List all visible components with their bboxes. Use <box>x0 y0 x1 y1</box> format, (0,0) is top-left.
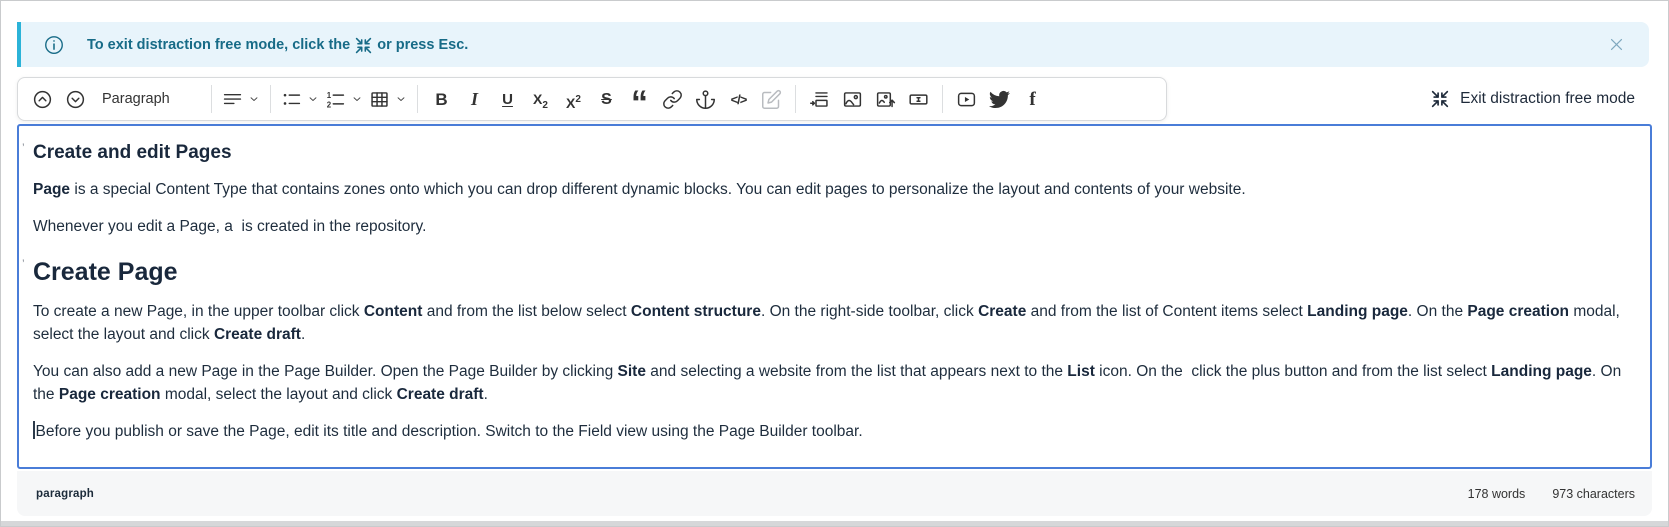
chevron-down-circle-icon <box>65 89 86 110</box>
embed-facebook-button[interactable]: f <box>1016 82 1049 116</box>
chevron-down-icon <box>351 93 363 105</box>
editor-status-bar: paragraph 178 words 973 characters <box>17 471 1652 516</box>
strikethrough-icon: S <box>596 89 617 110</box>
svg-text:2: 2 <box>327 100 332 109</box>
move-down-button[interactable] <box>59 82 92 116</box>
toolbar-divider <box>417 85 418 113</box>
bottom-border-strip <box>1 521 1668 526</box>
subscript-icon: X2 <box>530 89 551 110</box>
insert-field-button[interactable] <box>902 82 935 116</box>
rich-text-editor[interactable]: Create and edit Pages Page is a special C… <box>17 124 1652 469</box>
code-button[interactable]: </> <box>722 82 755 116</box>
move-up-button[interactable] <box>26 82 59 116</box>
close-icon <box>1608 36 1625 53</box>
insert-custom-tag-button[interactable] <box>803 82 836 116</box>
chevron-down-icon <box>307 93 319 105</box>
bold-icon: B <box>431 89 452 110</box>
chevron-down-icon <box>248 93 260 105</box>
subscript-button[interactable]: X2 <box>524 82 557 116</box>
paragraph-format-dropdown[interactable]: Paragraph <box>92 82 204 116</box>
blockquote-button[interactable]: “ <box>623 82 656 116</box>
word-count: 178 words <box>1468 487 1526 501</box>
counts: 178 words 973 characters <box>1468 487 1635 501</box>
paragraph-block[interactable]: To create a new Page, in the upper toolb… <box>33 300 1636 346</box>
heading-block[interactable]: Create Page <box>33 258 1636 287</box>
superscript-button[interactable]: X2 <box>557 82 590 116</box>
exit-distraction-free-button[interactable]: Exit distraction free mode <box>1431 90 1635 108</box>
edit-source-icon <box>761 89 782 110</box>
compress-icon <box>355 37 372 54</box>
italic-icon: I <box>464 89 485 110</box>
banner-message: To exit distraction free mode, click the… <box>87 36 468 53</box>
twitter-icon <box>989 89 1010 110</box>
italic-button[interactable]: I <box>458 82 491 116</box>
editor-toolbar: Paragraph 12 BIU X2 X2 S “ </> f <box>17 77 1167 121</box>
insert-image-button[interactable] <box>836 82 869 116</box>
paragraph-block[interactable]: Whenever you edit a Page, a is created i… <box>33 215 1636 238</box>
toolbar-divider <box>795 85 796 113</box>
current-block-type: paragraph <box>36 488 94 500</box>
banner-message-before: To exit distraction free mode, click the <box>87 37 350 53</box>
insert-table-button[interactable] <box>366 82 410 116</box>
code-icon: </> <box>728 89 749 110</box>
video-icon <box>956 89 977 110</box>
image-upload-icon <box>875 89 896 110</box>
paragraph-block[interactable]: Before you publish or save the Page, edi… <box>33 420 1636 443</box>
embed-video-button[interactable] <box>950 82 983 116</box>
text-caret <box>33 421 35 439</box>
input-field-icon <box>908 89 929 110</box>
table-icon <box>369 89 390 110</box>
edit-custom-tag-button[interactable] <box>755 82 788 116</box>
strikethrough-button[interactable]: S <box>590 82 623 116</box>
insert-block-icon <box>809 89 830 110</box>
facebook-icon: f <box>1022 89 1043 110</box>
exit-button-label: Exit distraction free mode <box>1460 90 1635 108</box>
anchor-icon <box>695 89 716 110</box>
chevron-down-icon <box>395 93 407 105</box>
dropdown-label: Paragraph <box>102 91 198 107</box>
anchor-button[interactable] <box>689 82 722 116</box>
underline-button[interactable]: U <box>491 82 524 116</box>
embed-twitter-button[interactable] <box>983 82 1016 116</box>
paragraph-block[interactable]: You can also add a new Page in the Page … <box>33 360 1636 406</box>
numbered-list-icon: 12 <box>325 89 346 110</box>
align-left-icon <box>222 89 243 110</box>
numbered-list-button[interactable]: 12 <box>322 82 366 116</box>
link-icon <box>662 89 683 110</box>
character-count: 973 characters <box>1552 487 1635 501</box>
blockquote-icon: “ <box>629 89 650 110</box>
underline-icon: U <box>497 89 518 110</box>
chevron-up-circle-icon <box>32 89 53 110</box>
info-icon <box>43 34 65 56</box>
toolbar-row: Paragraph 12 BIU X2 X2 S “ </> f Exit distractio… <box>17 77 1652 121</box>
banner-message-after: or press Esc. <box>377 37 468 53</box>
bold-button[interactable]: B <box>425 82 458 116</box>
heading-block[interactable]: Create and edit Pages <box>33 142 1636 164</box>
toolbar-divider <box>211 85 212 113</box>
svg-text:1: 1 <box>327 90 332 99</box>
exit-hint-banner: To exit distraction free mode, click the… <box>17 22 1649 67</box>
toolbar-divider <box>270 85 271 113</box>
compress-icon <box>1431 90 1449 108</box>
text-alignment-button[interactable] <box>219 82 263 116</box>
toolbar-divider <box>942 85 943 113</box>
paragraph-block[interactable]: Page is a special Content Type that cont… <box>33 178 1636 201</box>
link-button[interactable] <box>656 82 689 116</box>
image-icon <box>842 89 863 110</box>
bulleted-list-button[interactable] <box>278 82 322 116</box>
distraction-free-editor-screen: To exit distraction free mode, click the… <box>0 0 1669 527</box>
upload-image-button[interactable] <box>869 82 902 116</box>
banner-close-button[interactable] <box>1603 32 1629 58</box>
superscript-icon: X2 <box>563 89 584 110</box>
bulleted-list-icon <box>281 89 302 110</box>
